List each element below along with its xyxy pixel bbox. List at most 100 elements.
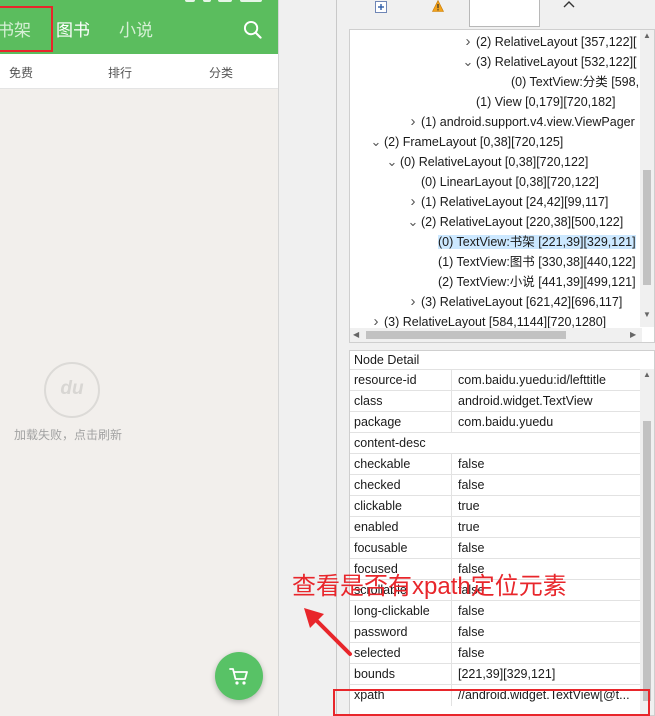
annotation-text: 查看是否有xpath定位元素	[292, 573, 567, 600]
detail-key: resource-id	[354, 373, 417, 387]
scroll-left-icon[interactable]: ◀	[353, 330, 359, 339]
chevron-up-icon[interactable]	[563, 0, 575, 9]
detail-key: checkable	[354, 457, 411, 471]
detail-value[interactable]: android.widget.TextView	[451, 391, 642, 412]
detail-key: content-desc	[354, 436, 426, 450]
tree-node[interactable]: › (1) android.support.v4.view.ViewPager	[405, 112, 635, 132]
tree-node-label: (1) RelativeLayout [24,42][99,117]	[421, 195, 609, 209]
detail-row-resource-id[interactable]: resource-id com.baidu.yuedu:id/lefttitle	[350, 369, 642, 391]
detail-row-focusable[interactable]: focusable false	[350, 537, 642, 559]
status-bar-icon	[185, 0, 195, 2]
tree-node[interactable]: (1) TextView:图书 [330,38][440,122]	[422, 252, 636, 272]
app-logo: du	[44, 362, 100, 418]
tree-scroll-thumb[interactable]	[643, 170, 651, 285]
tree-node-label: (1) android.support.v4.view.ViewPager	[421, 115, 635, 129]
detail-row-checkable[interactable]: checkable false	[350, 453, 642, 475]
tab-tushu[interactable]: 图书	[56, 16, 90, 41]
detail-row-long-clickable[interactable]: long-clickable false	[350, 600, 642, 622]
tab-xiaoshuo[interactable]: 小说	[119, 16, 153, 41]
tree-node-label: (0) RelativeLayout [0,38][720,122]	[400, 155, 589, 169]
detail-value[interactable]: false	[451, 643, 642, 664]
detail-key: enabled	[354, 520, 399, 534]
subnav-rank[interactable]: 排行	[108, 64, 132, 81]
chevron-down-icon[interactable]: ⌄	[405, 212, 421, 232]
tree-node-label: (2) TextView:小说 [441,39][499,121]	[438, 275, 636, 289]
tree-node[interactable]: (2) TextView:小说 [441,39][499,121]	[422, 272, 636, 292]
detail-value[interactable]: com.baidu.yuedu:id/lefttitle	[451, 370, 642, 391]
annotation-arrow	[304, 608, 352, 656]
detail-value[interactable]: [221,39][329,121]	[451, 664, 642, 685]
subnav-category[interactable]: 分类	[209, 64, 233, 81]
detail-row-checked[interactable]: checked false	[350, 474, 642, 496]
detail-key: checked	[354, 478, 401, 492]
detail-value[interactable]: com.baidu.yuedu	[451, 412, 642, 433]
phone-screen: 书架 图书 小说 免费 排行 分类 du 加载失败，点击刷新	[0, 0, 278, 716]
tree-node-label: (1) TextView:图书 [330,38][440,122]	[438, 255, 636, 269]
detail-scroll-thumb[interactable]	[643, 421, 651, 701]
status-bar-icon	[203, 0, 211, 2]
chevron-down-icon[interactable]: ⌄	[384, 152, 400, 172]
detail-row-content-desc[interactable]: content-desc	[350, 432, 642, 454]
app-header: 书架 图书 小说	[0, 0, 278, 54]
subnav-free[interactable]: 免费	[9, 64, 33, 81]
detail-value[interactable]: false	[451, 475, 642, 496]
detail-row-selected[interactable]: selected false	[350, 642, 642, 664]
inspector-toolbar	[341, 0, 655, 28]
tree-vertical-scrollbar[interactable]: ▲ ▼	[640, 30, 654, 327]
detail-value[interactable]: true	[451, 496, 642, 517]
warning-icon[interactable]	[432, 0, 444, 12]
detail-row-clickable[interactable]: clickable true	[350, 495, 642, 517]
tree-hscroll-thumb[interactable]	[366, 331, 566, 339]
load-failed-message[interactable]: 加载失败，点击刷新	[14, 426, 122, 443]
toolbar-field[interactable]	[469, 0, 540, 27]
detail-value[interactable]: false	[451, 454, 642, 475]
tree-node[interactable]: › (1) RelativeLayout [24,42][99,117]	[405, 192, 609, 212]
tree-node-label: (1) View [0,179][720,182]	[476, 95, 616, 109]
detail-vertical-scrollbar[interactable]: ▲	[640, 369, 654, 715]
tree-node-label: (0) LinearLayout [0,38][720,122]	[421, 175, 599, 189]
tree-node[interactable]: (0) TextView:分类 [598,13!	[495, 72, 654, 92]
tree-node-label: (3) RelativeLayout [584,1144][720,1280]	[384, 315, 607, 329]
detail-value[interactable]: false	[451, 601, 642, 622]
tree-node[interactable]: ⌄ (2) RelativeLayout [220,38][500,122]	[405, 212, 624, 232]
tree-node[interactable]: (0) TextView:书架 [221,39][329,121]	[422, 232, 636, 252]
chevron-right-icon[interactable]: ›	[405, 112, 421, 132]
status-bar-icon	[218, 0, 232, 2]
tree-node[interactable]: ⌄ (3) RelativeLayout [532,122][	[460, 52, 637, 72]
detail-row-password[interactable]: password false	[350, 621, 642, 643]
tree-node[interactable]: › (2) RelativeLayout [357,122][	[460, 32, 637, 52]
tree-node[interactable]: ⌄ (2) FrameLayout [0,38][720,125]	[368, 132, 564, 152]
chevron-right-icon[interactable]: ›	[460, 32, 476, 52]
detail-row-bounds[interactable]: bounds [221,39][329,121]	[350, 663, 642, 685]
scroll-up-icon[interactable]: ▲	[643, 370, 651, 379]
tree-node[interactable]: (0) LinearLayout [0,38][720,122]	[405, 172, 599, 192]
detail-value[interactable]: false	[451, 622, 642, 643]
chevron-down-icon[interactable]: ⌄	[460, 52, 476, 72]
chevron-down-icon[interactable]: ⌄	[368, 132, 384, 152]
tree-node[interactable]: ⌄ (0) RelativeLayout [0,38][720,122]	[384, 152, 589, 172]
detail-key: clickable	[354, 499, 402, 513]
tree-node[interactable]: › (3) RelativeLayout [621,42][696,117]	[405, 292, 623, 312]
detail-value[interactable]: false	[451, 538, 642, 559]
hierarchy-tree[interactable]: › (2) RelativeLayout [357,122][⌄ (3) Relat…	[349, 29, 655, 343]
tree-horizontal-scrollbar[interactable]: ◀ ▶	[350, 328, 642, 342]
detail-key: password	[354, 625, 408, 639]
scroll-right-icon[interactable]: ▶	[630, 330, 636, 339]
tree-node-label: (2) RelativeLayout [220,38][500,122]	[421, 215, 624, 229]
search-icon[interactable]	[243, 20, 262, 39]
logo-text: du	[60, 378, 84, 399]
cart-button[interactable]	[215, 652, 263, 700]
detail-value[interactable]: true	[451, 517, 642, 538]
tree-node-label: (2) FrameLayout [0,38][720,125]	[384, 135, 564, 149]
detail-row-package[interactable]: package com.baidu.yuedu	[350, 411, 642, 433]
scroll-up-icon[interactable]: ▲	[643, 31, 651, 40]
chevron-right-icon[interactable]: ›	[405, 192, 421, 212]
chevron-right-icon[interactable]: ›	[405, 292, 421, 312]
tree-node-label: (0) TextView:书架 [221,39][329,121]	[438, 235, 636, 249]
tree-node[interactable]: (1) View [0,179][720,182]	[460, 92, 615, 112]
scroll-down-icon[interactable]: ▼	[643, 310, 651, 319]
status-bar-clock	[240, 0, 262, 2]
detail-row-enabled[interactable]: enabled true	[350, 516, 642, 538]
detail-row-class[interactable]: class android.widget.TextView	[350, 390, 642, 412]
expand-all-icon[interactable]	[375, 1, 387, 13]
